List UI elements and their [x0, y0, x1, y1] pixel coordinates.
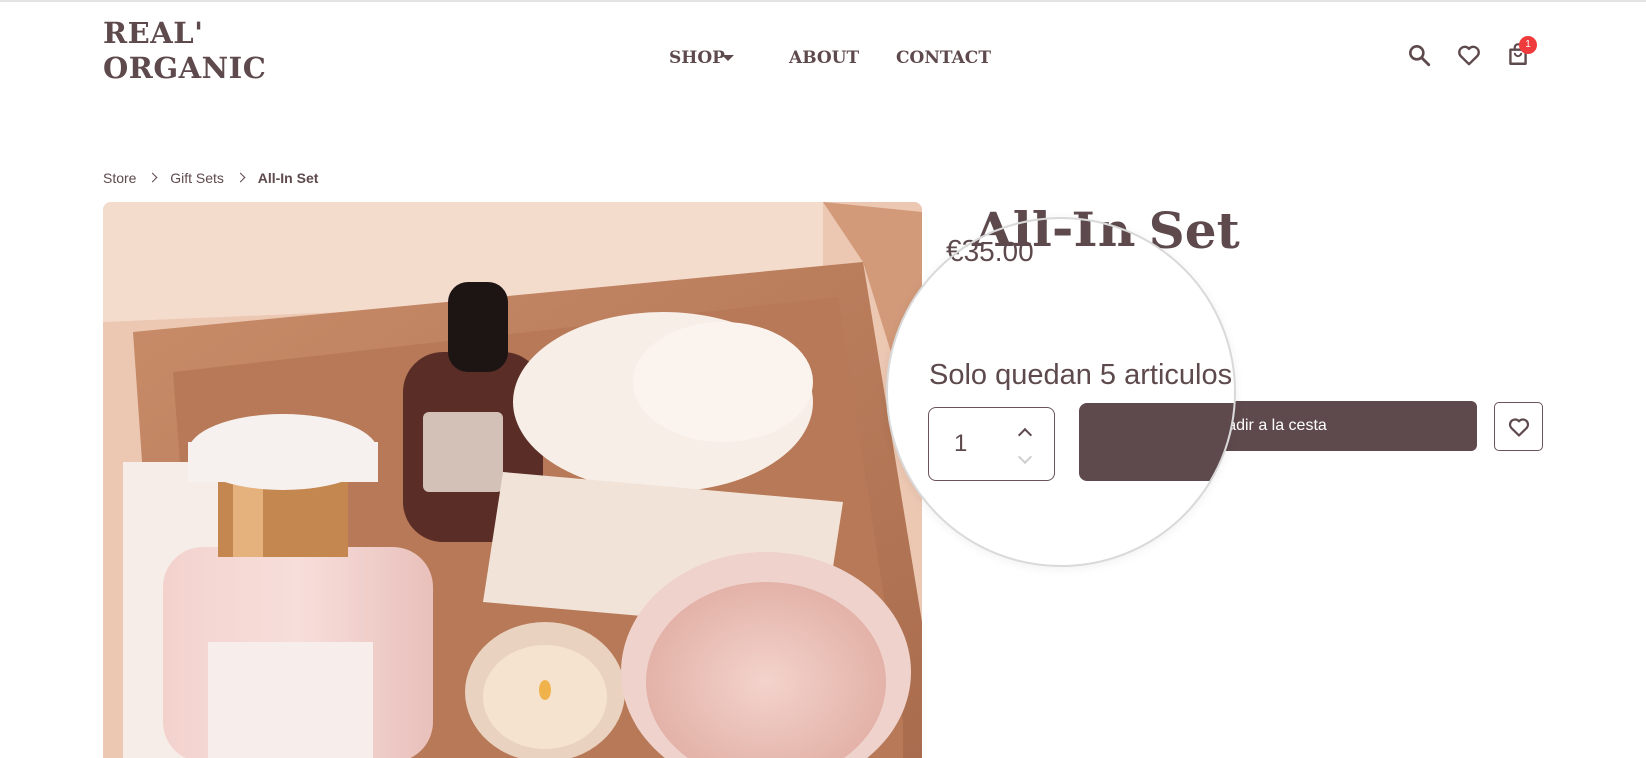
chevron-right-icon [149, 168, 157, 188]
add-to-cart-label: adir a la cesta [1227, 417, 1327, 434]
breadcrumb-current: All-In Set [257, 170, 319, 187]
add-to-wishlist-button[interactable] [1494, 402, 1543, 451]
quantity-stepper[interactable]: 1 [928, 407, 1055, 481]
search-button[interactable] [1406, 42, 1432, 68]
gift-box-photo [103, 202, 922, 758]
cart-count-badge: 1 [1519, 36, 1537, 54]
breadcrumb: Store Gift Sets All-In Set [103, 167, 318, 188]
heart-icon [1458, 45, 1480, 66]
stock-message: Solo quedan 5 articulos. [929, 359, 1236, 391]
search-icon [1409, 45, 1431, 67]
breadcrumb-gift-sets[interactable]: Gift Sets [170, 168, 224, 188]
nav-contact[interactable]: CONTACT [896, 44, 991, 72]
chevron-down-icon[interactable] [1015, 450, 1035, 470]
chevron-down-icon[interactable] [722, 55, 734, 61]
wishlist-button[interactable] [1456, 42, 1482, 68]
nav-shop[interactable]: SHOP [669, 44, 725, 72]
chevron-up-icon[interactable] [1015, 422, 1035, 442]
product-image[interactable] [103, 202, 922, 758]
heart-icon [1508, 418, 1530, 437]
site-logo[interactable]: REAL' ORGANIC [103, 16, 266, 86]
quantity-value[interactable]: 1 [954, 428, 967, 460]
chevron-right-icon [237, 168, 245, 188]
breadcrumb-store[interactable]: Store [103, 168, 136, 188]
magnified-add-to-cart-button[interactable]: adir a la cesta [1079, 403, 1234, 481]
logo-line-2: ORGANIC [103, 51, 267, 85]
nav-about[interactable]: ABOUT [789, 44, 859, 72]
logo-line-1: REAL' [103, 16, 204, 50]
top-divider [0, 0, 1646, 2]
magnified-price: €35.00 [948, 236, 1034, 267]
magnifier-lens: All-In Set €35.00 Solo quedan 5 articulo… [886, 217, 1236, 567]
